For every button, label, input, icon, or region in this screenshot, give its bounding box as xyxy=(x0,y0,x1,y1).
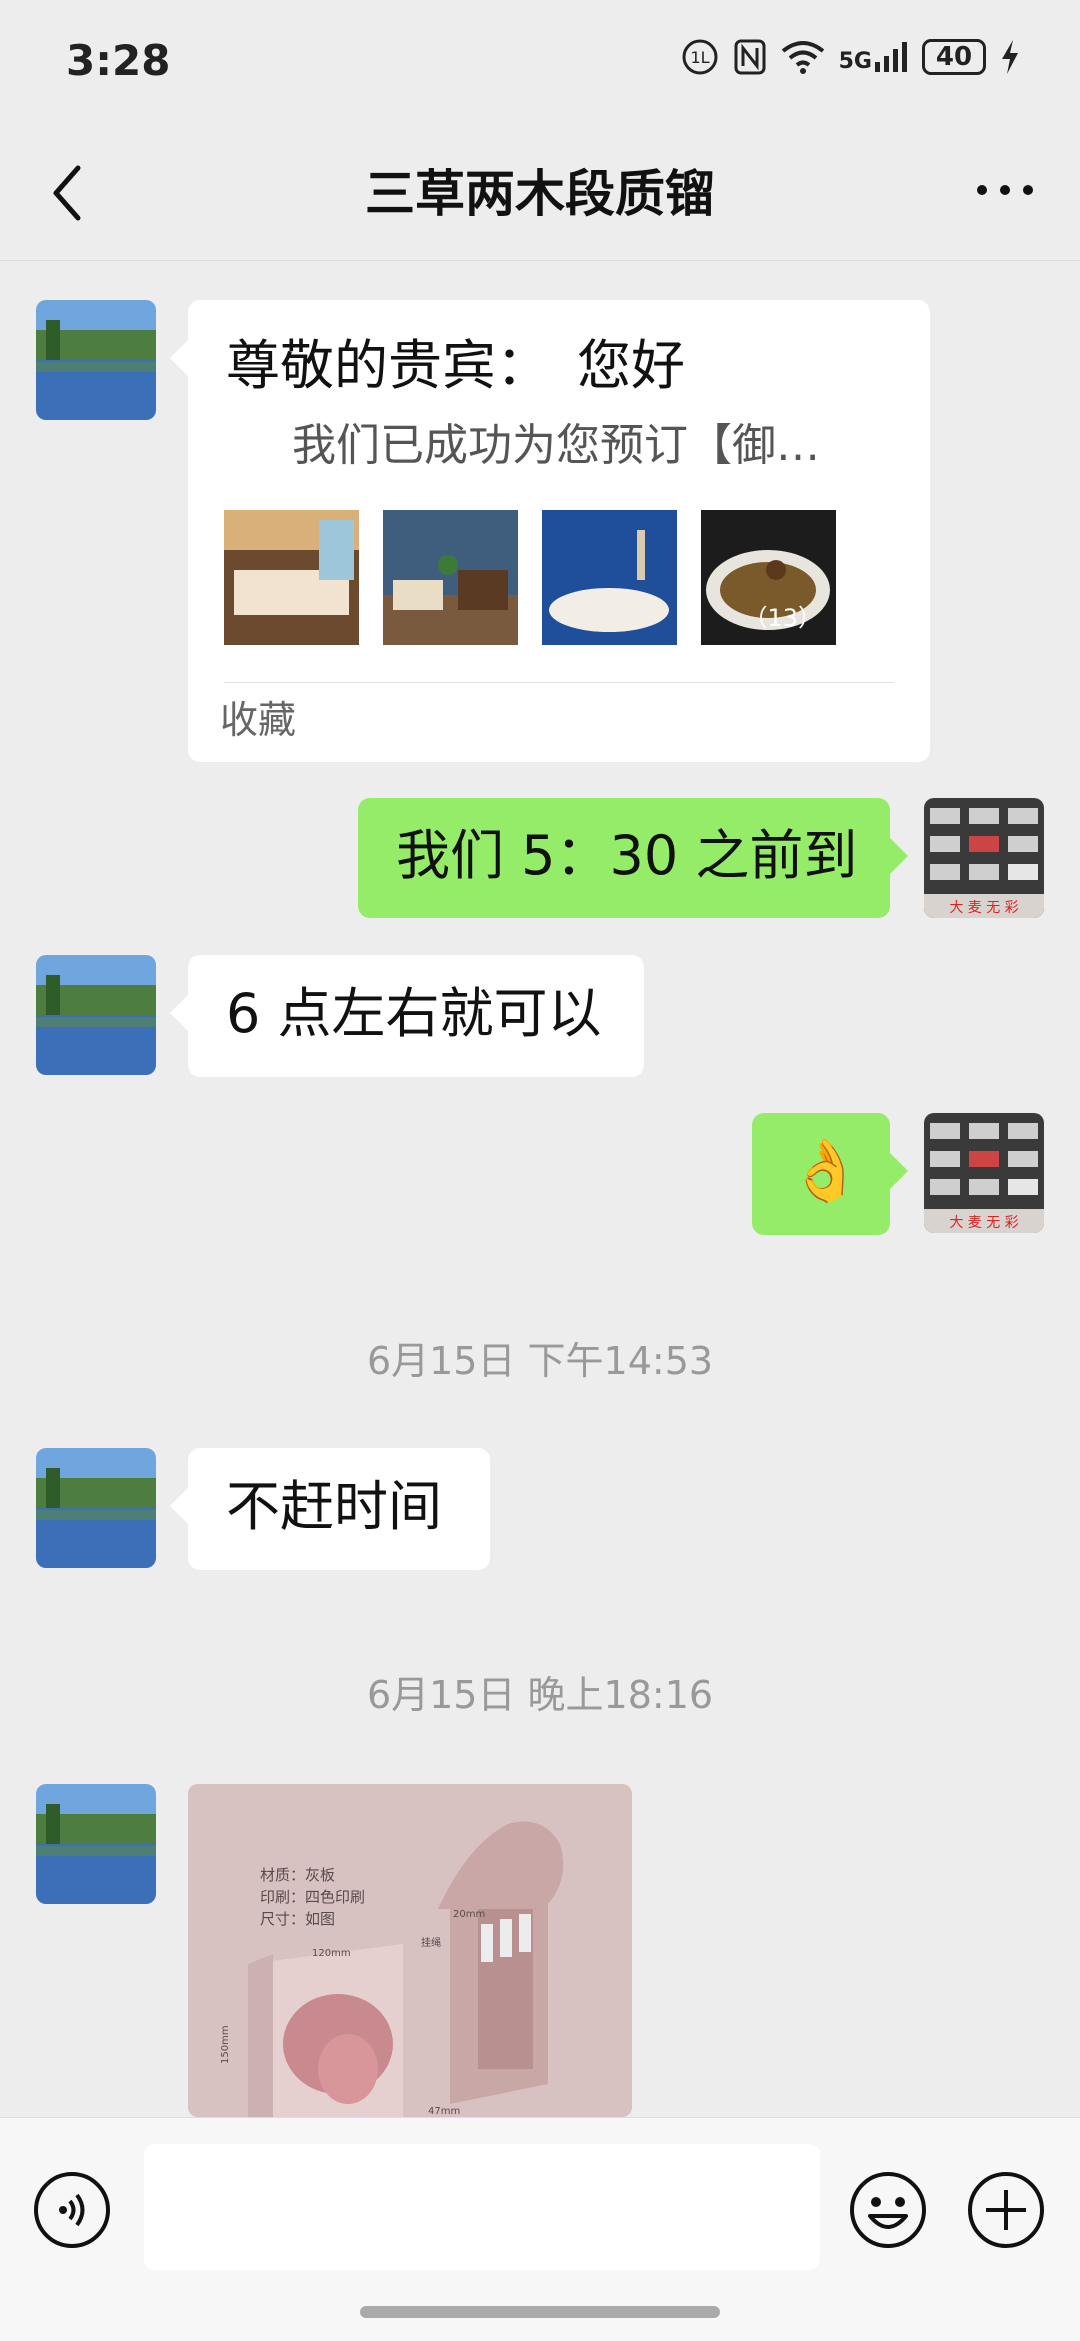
contact-avatar[interactable] xyxy=(36,1784,156,1904)
contact-avatar[interactable] xyxy=(36,1448,156,1568)
chat-header: 三草两木段质镏 xyxy=(0,120,1080,261)
image-label-print: 印刷：四色印刷 xyxy=(260,1888,365,1906)
image-dim-height: 150mm xyxy=(220,2025,231,2064)
my-avatar[interactable]: 大 麦 无 彩 xyxy=(924,798,1044,918)
hd-call-icon: 1L xyxy=(682,39,718,75)
image-dim-top: 20mm xyxy=(453,1909,485,1920)
lobby-photo xyxy=(383,510,518,645)
network-type: 5G xyxy=(838,49,872,74)
card-footer-label: 收藏 xyxy=(220,698,297,742)
incoming-message[interactable]: 不赶时间 xyxy=(170,1448,490,1570)
cellular-signal-icon: 5G xyxy=(839,40,908,74)
message-text: 6 点左右就可以 xyxy=(226,982,602,1045)
battery-icon: 40 xyxy=(922,39,986,75)
my-avatar[interactable]: 大 麦 无 彩 xyxy=(924,1113,1044,1233)
home-indicator[interactable] xyxy=(360,2306,720,2318)
outgoing-message[interactable]: 我们 5：30 之前到 xyxy=(358,798,908,918)
card-title: 尊敬的贵宾： 您好 xyxy=(226,334,685,397)
chat-title: 三草两木段质镏 xyxy=(365,165,715,223)
outgoing-emoji-message[interactable]: 👌 xyxy=(752,1113,908,1235)
contact-avatar[interactable] xyxy=(36,955,156,1075)
card-divider xyxy=(224,682,894,683)
status-icons: 1L 5G 40 xyxy=(681,38,1020,76)
dining-room-photo xyxy=(542,510,677,645)
contact-avatar[interactable] xyxy=(36,300,156,420)
restaurant-photo xyxy=(224,510,359,645)
status-time: 3:28 xyxy=(66,36,171,85)
image-label-material: 材质：灰板 xyxy=(260,1866,335,1884)
favorite-card-message[interactable]: 尊敬的贵宾： 您好 我们已成功为您预订【御… （13） 收藏 xyxy=(170,300,930,762)
voice-input-icon[interactable] xyxy=(32,2170,112,2250)
message-text: 我们 5：30 之前到 xyxy=(396,824,858,887)
more-icon[interactable] xyxy=(970,165,1040,215)
dish-photo: （13） xyxy=(701,510,836,645)
image-dim-width: 120mm xyxy=(312,1948,351,1959)
card-subtitle: 我们已成功为您预订【御… xyxy=(292,420,820,471)
incoming-message[interactable]: 6 点左右就可以 xyxy=(170,955,644,1077)
timestamp: 6月15日 下午14:53 xyxy=(366,1339,714,1383)
svg-text:大 麦 无 彩: 大 麦 无 彩 xyxy=(949,1215,1018,1231)
charging-icon xyxy=(1002,40,1018,74)
card-thumbnails: （13） xyxy=(224,510,836,645)
image-dim-depth: 47mm xyxy=(428,2106,460,2117)
svg-text:1L: 1L xyxy=(690,48,709,67)
message-input[interactable] xyxy=(144,2144,820,2270)
emoji-icon[interactable] xyxy=(848,2170,928,2250)
image-label-size: 尺寸：如图 xyxy=(260,1910,335,1928)
message-text: 不赶时间 xyxy=(226,1475,442,1538)
timestamp: 6月15日 晚上18:16 xyxy=(366,1673,714,1717)
wifi-icon xyxy=(781,41,824,74)
image-message[interactable]: 材质：灰板 印刷：四色印刷 尺寸：如图 120mm 20mm 挂绳 47mm 1… xyxy=(188,1784,632,2117)
ok-hand-emoji: 👌 xyxy=(788,1136,863,1206)
image-count: （13） xyxy=(743,604,822,633)
status-bar: 3:28 1L 5G 40 xyxy=(0,0,1080,120)
svg-text:大 麦 无 彩: 大 麦 无 彩 xyxy=(949,900,1018,916)
plus-icon[interactable] xyxy=(966,2170,1046,2250)
image-label-handle: 挂绳 xyxy=(421,1936,441,1949)
nfc-icon xyxy=(734,39,766,75)
